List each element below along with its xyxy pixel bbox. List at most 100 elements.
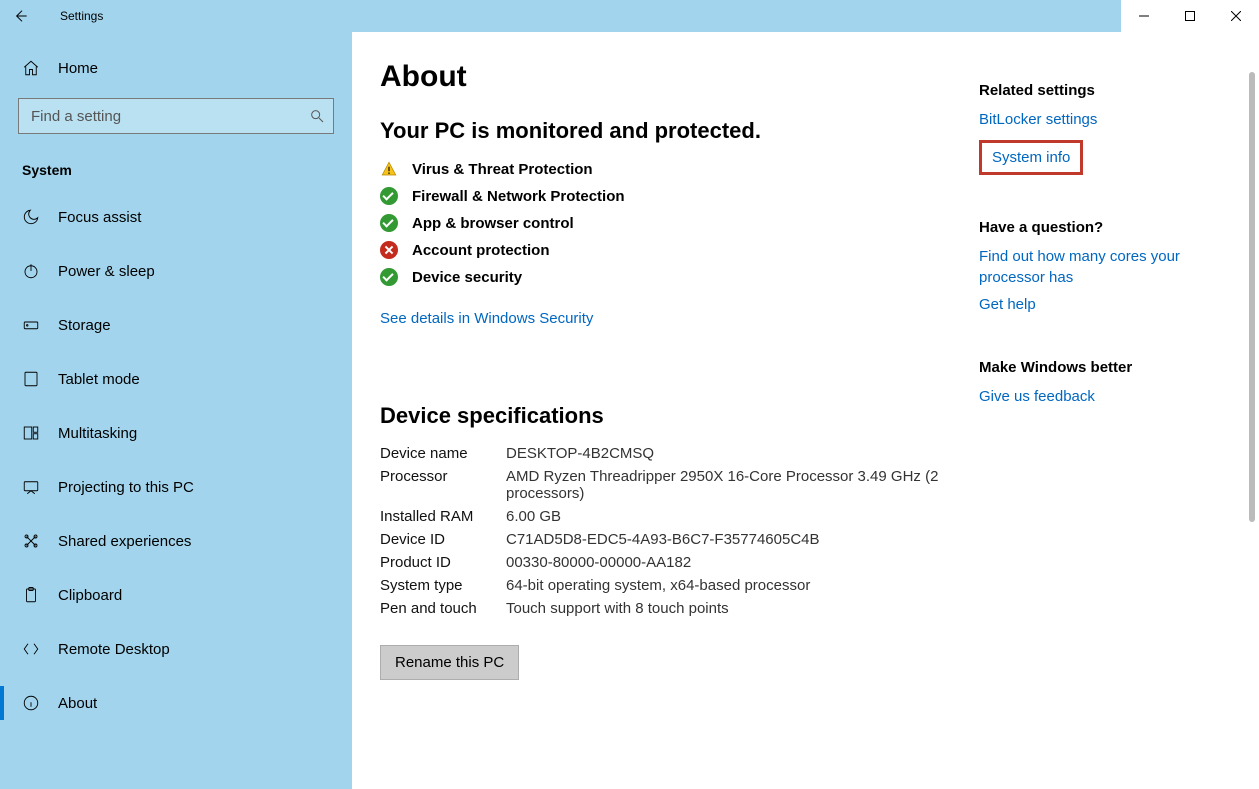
check-ok-icon [380,214,398,232]
spec-value: 64-bit operating system, x64-based proce… [506,577,939,594]
arrow-left-icon [12,8,28,24]
check-ok-icon [380,268,398,286]
info-icon [22,694,40,712]
sidebar-item-label: Clipboard [58,587,122,604]
sidebar-item-power-sleep[interactable]: Power & sleep [0,244,352,298]
spec-value: 6.00 GB [506,508,939,525]
clipboard-icon [22,586,40,604]
spec-value: AMD Ryzen Threadripper 2950X 16-Core Pro… [506,468,939,502]
windows-security-details-link[interactable]: See details in Windows Security [380,310,593,327]
sidebar-item-storage[interactable]: Storage [0,298,352,352]
sidebar-item-focus-assist[interactable]: Focus assist [0,190,352,244]
make-better-heading: Make Windows better [979,359,1239,376]
spec-label: Device name [380,445,506,462]
sidebar-item-label: Multitasking [58,425,137,442]
protection-heading: Your PC is monitored and protected. [380,118,939,144]
home-icon [22,59,40,77]
window-title: Settings [40,9,103,23]
spec-label: Device ID [380,531,506,548]
storage-icon [22,316,40,334]
spec-value: Touch support with 8 touch points [506,600,939,617]
titlebar: Settings [0,0,1259,32]
spec-row: Processor AMD Ryzen Threadripper 2950X 1… [380,468,939,502]
sidebar-item-label: Shared experiences [58,533,191,550]
sidebar-item-label: Power & sleep [58,263,155,280]
spec-value: DESKTOP-4B2CMSQ [506,445,939,462]
system-info-link[interactable]: System info [992,147,1070,168]
spec-label: Product ID [380,554,506,571]
moon-icon [22,208,40,226]
spec-row: Device name DESKTOP-4B2CMSQ [380,445,939,462]
shared-icon [22,532,40,550]
spec-row: System type 64-bit operating system, x64… [380,577,939,594]
multitasking-icon [22,424,40,442]
sidebar-home-label: Home [58,60,98,77]
spec-value: 00330-80000-00000-AA182 [506,554,939,571]
remote-icon [22,640,40,658]
sidebar-item-tablet-mode[interactable]: Tablet mode [0,352,352,406]
sidebar-home[interactable]: Home [0,44,352,92]
spec-label: System type [380,577,506,594]
have-question-heading: Have a question? [979,219,1239,236]
search-input[interactable] [29,107,309,126]
search-icon [309,108,325,124]
spec-label: Processor [380,468,506,502]
maximize-button[interactable] [1167,0,1213,32]
device-spec-heading: Device specifications [380,403,939,429]
sidebar-category: System [0,148,352,190]
spec-label: Installed RAM [380,508,506,525]
protection-row-virus: Virus & Threat Protection [380,160,939,178]
sidebar-search[interactable] [18,98,334,134]
maximize-icon [1185,11,1195,21]
shield-warning-icon [380,160,398,178]
sidebar-item-label: Focus assist [58,209,141,226]
bitlocker-link[interactable]: BitLocker settings [979,109,1239,130]
feedback-link[interactable]: Give us feedback [979,386,1239,407]
sidebar-item-remote-desktop[interactable]: Remote Desktop [0,622,352,676]
protection-row-app-browser: App & browser control [380,214,939,232]
sidebar-item-label: Remote Desktop [58,641,170,658]
protection-row-device-security: Device security [380,268,939,286]
minimize-icon [1139,11,1149,21]
sidebar-item-label: Tablet mode [58,371,140,388]
error-icon [380,241,398,259]
sidebar-item-shared-experiences[interactable]: Shared experiences [0,514,352,568]
spec-row: Pen and touch Touch support with 8 touch… [380,600,939,617]
projecting-icon [22,478,40,496]
main-content: About Your PC is monitored and protected… [352,32,1259,789]
close-button[interactable] [1213,0,1259,32]
protection-row-account: Account protection [380,241,939,259]
protection-label: Virus & Threat Protection [412,161,593,178]
sidebar-item-clipboard[interactable]: Clipboard [0,568,352,622]
related-settings-heading: Related settings [979,82,1239,99]
protection-label: Device security [412,269,522,286]
protection-row-firewall: Firewall & Network Protection [380,187,939,205]
spec-row: Device ID C71AD5D8-EDC5-4A93-B6C7-F35774… [380,531,939,548]
window-controls [1121,0,1259,32]
protection-label: Account protection [412,242,550,259]
sidebar-item-multitasking[interactable]: Multitasking [0,406,352,460]
right-rail: Related settings BitLocker settings Syst… [979,60,1239,680]
protection-label: App & browser control [412,215,574,232]
protection-label: Firewall & Network Protection [412,188,625,205]
rename-pc-button[interactable]: Rename this PC [380,645,519,680]
sidebar-item-about[interactable]: About [0,676,352,730]
main-scrollbar[interactable] [1247,32,1257,789]
spec-label: Pen and touch [380,600,506,617]
tablet-icon [22,370,40,388]
back-button[interactable] [0,0,40,32]
system-info-highlight: System info [979,140,1083,175]
sidebar-item-label: About [58,695,97,712]
sidebar-item-label: Projecting to this PC [58,479,194,496]
sidebar-item-projecting[interactable]: Projecting to this PC [0,460,352,514]
minimize-button[interactable] [1121,0,1167,32]
check-ok-icon [380,187,398,205]
get-help-link[interactable]: Get help [979,294,1239,315]
power-icon [22,262,40,280]
spec-row: Product ID 00330-80000-00000-AA182 [380,554,939,571]
cores-help-link[interactable]: Find out how many cores your processor h… [979,246,1239,288]
close-icon [1231,11,1241,21]
scrollbar-thumb[interactable] [1249,72,1255,522]
spec-row: Installed RAM 6.00 GB [380,508,939,525]
page-title: About [380,60,939,94]
